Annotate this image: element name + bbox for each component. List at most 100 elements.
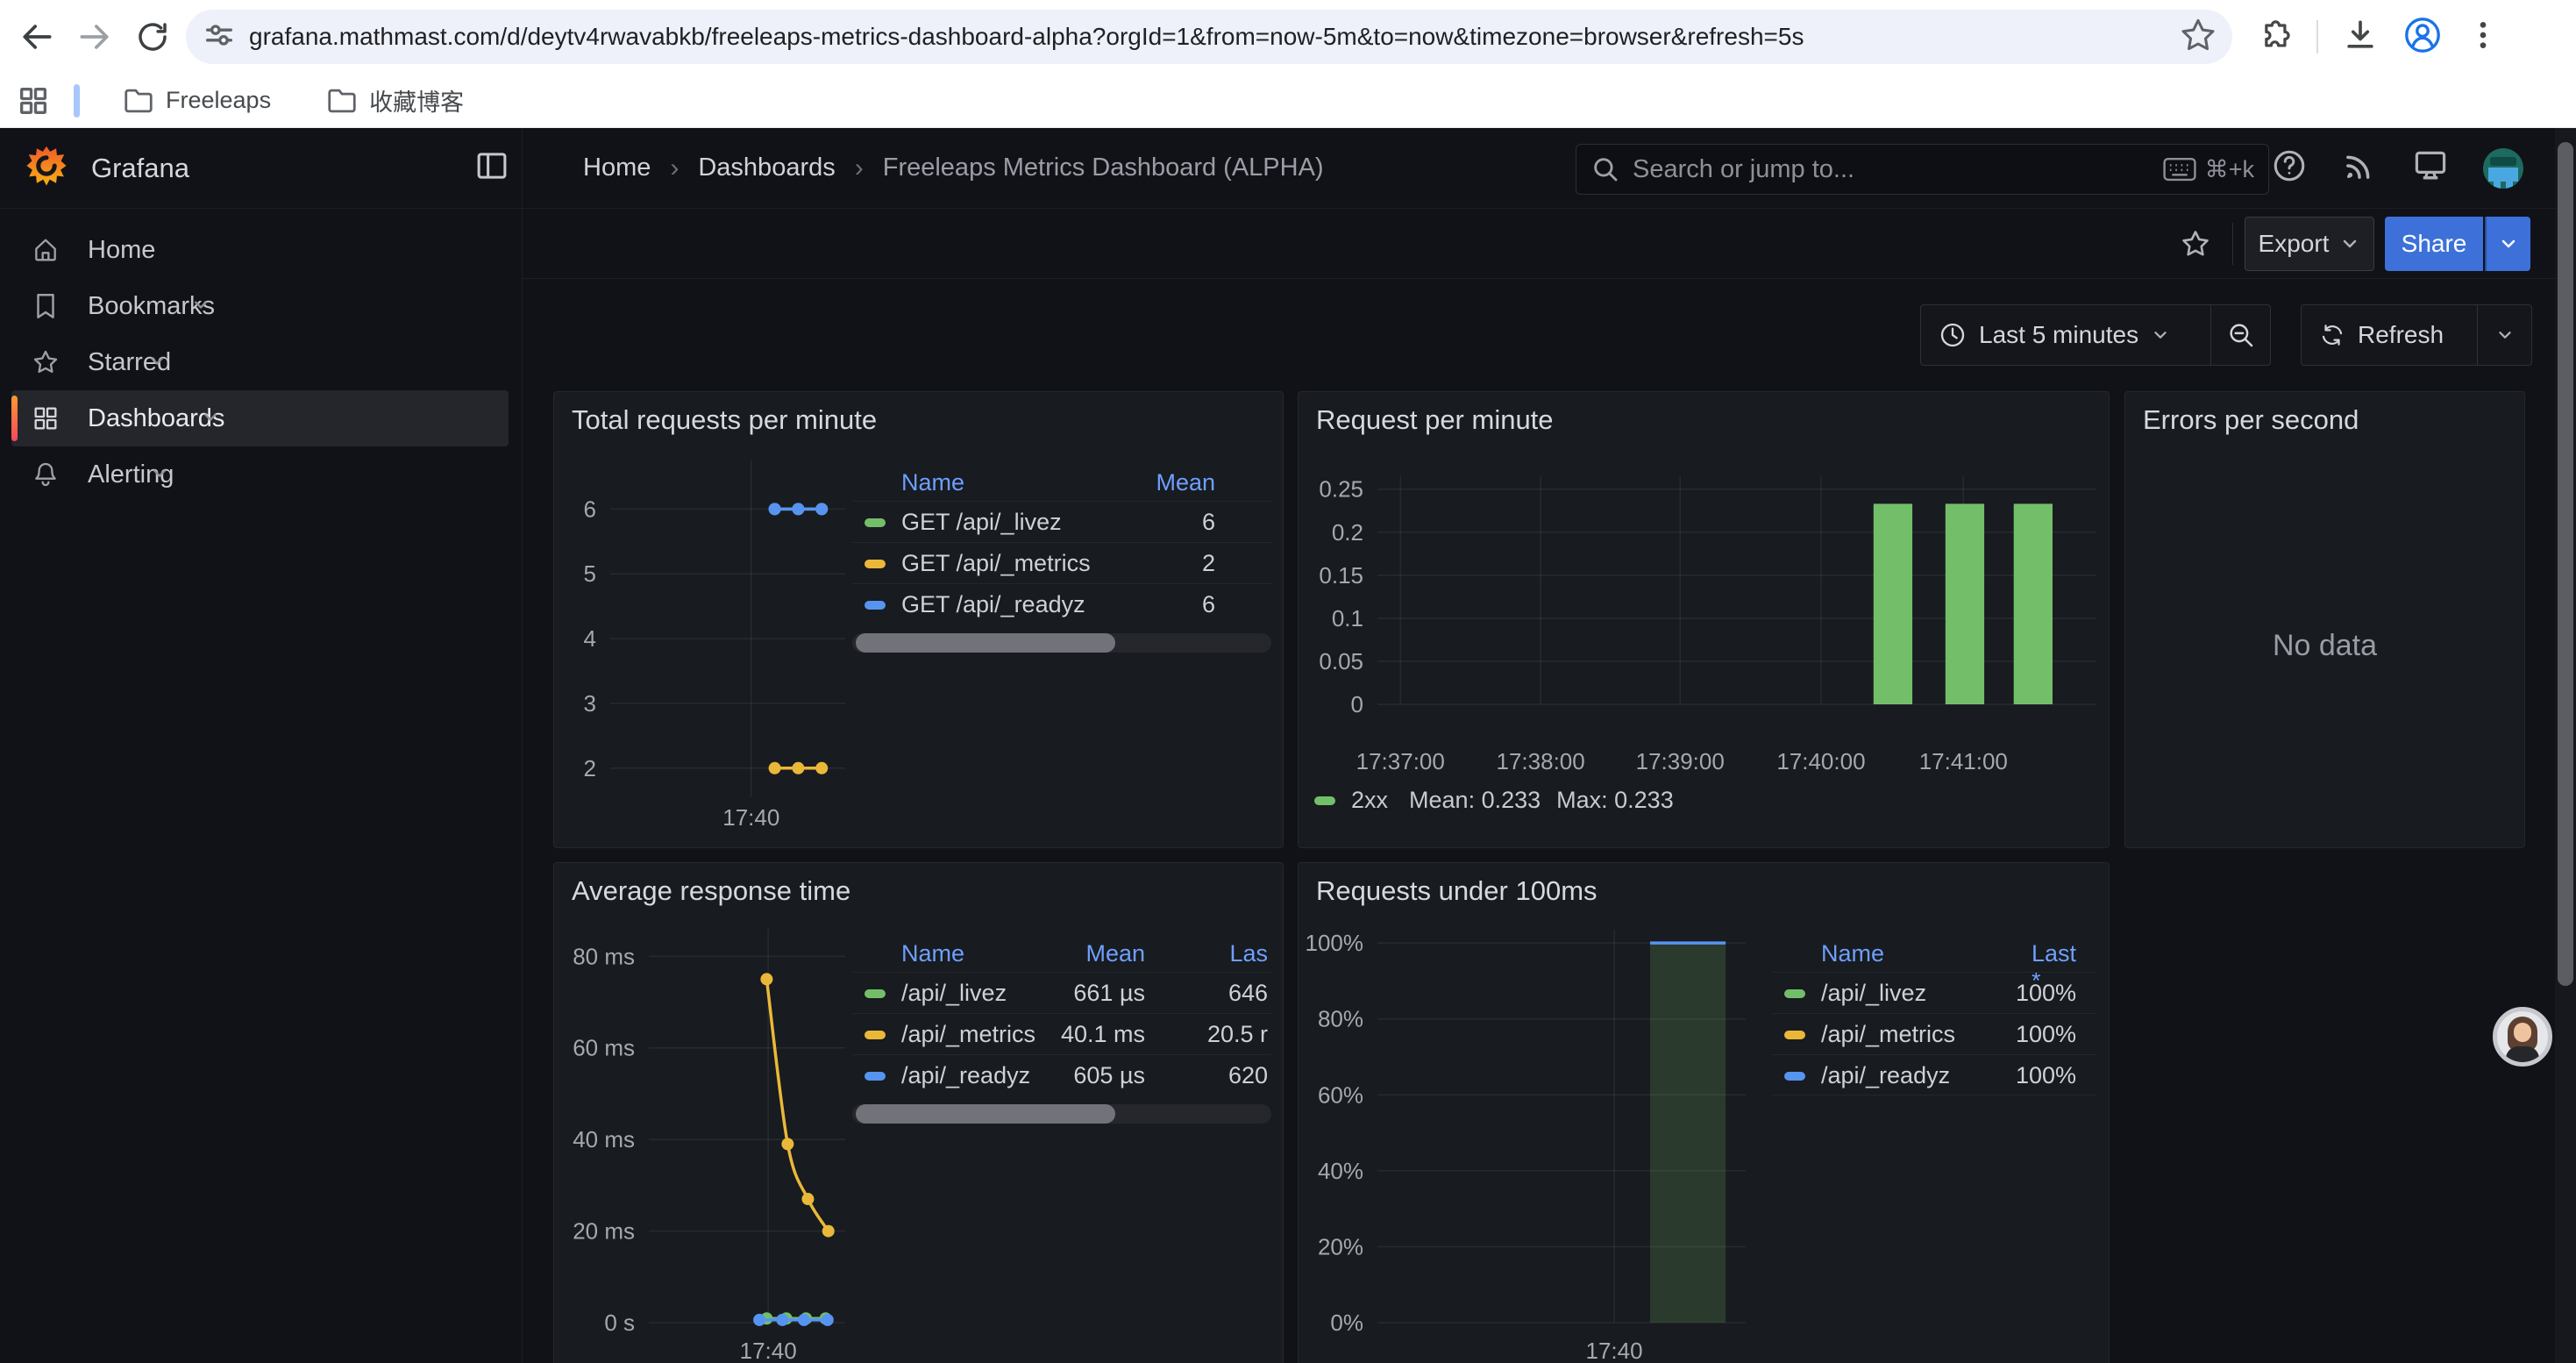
legend-col-value[interactable]: Mean [1085, 940, 1145, 967]
legend-scrollbar[interactable] [852, 1104, 1271, 1124]
menu-dots-icon[interactable] [2466, 18, 2501, 57]
legend-col-name[interactable]: Name [901, 469, 964, 496]
share-button[interactable]: Share [2385, 217, 2483, 271]
legend-series-name[interactable]: GET /api/_metrics [901, 550, 1091, 577]
site-settings-icon[interactable] [202, 18, 237, 57]
legend-value: 40.1 ms [1061, 1021, 1145, 1048]
chevron-down-icon[interactable] [145, 348, 169, 377]
reload-icon[interactable] [132, 16, 174, 58]
search-shortcut: ⌘+k [2163, 156, 2254, 183]
legend-series-name[interactable]: /api/_readyz [1821, 1062, 1950, 1089]
time-range-button[interactable]: Last 5 minutes [1921, 305, 2210, 365]
zoom-out-icon [2226, 320, 2256, 350]
bookmark-blogs[interactable]: 收藏博客 [313, 80, 476, 122]
refresh-interval-button[interactable] [2477, 305, 2531, 365]
breadcrumb-separator: › [670, 153, 679, 183]
breadcrumb-dashboards[interactable]: Dashboards [698, 153, 835, 182]
y-tick-label: 80 ms [573, 943, 635, 969]
scrollbar-thumb[interactable] [856, 633, 1115, 653]
brand-text: Grafana [91, 153, 189, 184]
legend-swatch [865, 989, 886, 998]
x-tick-label: 17:41:00 [1919, 748, 2008, 774]
sidebar-toggle-icon[interactable] [473, 147, 510, 189]
y-tick-label: 0.05 [1319, 648, 1363, 674]
apps-grid-icon[interactable] [12, 80, 54, 122]
bookmark-freeleaps[interactable]: Freeleaps [110, 80, 283, 122]
legend-series-name[interactable]: /api/_metrics [1821, 1021, 1955, 1048]
sidebar-item-bookmarks[interactable]: Bookmarks [0, 278, 523, 334]
legend-row[interactable]: /api/_metrics40.1 ms20.5 r [852, 1013, 1271, 1054]
monitor-icon[interactable] [2411, 146, 2450, 189]
legend-row[interactable]: /api/_livez661 µs646 [852, 972, 1271, 1013]
floating-avatar[interactable] [2493, 1007, 2552, 1067]
legend-row[interactable]: GET /api/_livez6 [852, 501, 1271, 542]
back-icon[interactable] [16, 16, 58, 58]
legend-header: Name Mean [852, 466, 1271, 501]
x-tick-label: 17:40 [1586, 1338, 1643, 1363]
legend-row[interactable]: GET /api/_metrics2 [852, 542, 1271, 583]
refresh-button[interactable]: Refresh [2302, 305, 2477, 365]
y-tick-label: 80% [1318, 1006, 1363, 1032]
legend-row[interactable]: /api/_readyz100% [1772, 1054, 2096, 1095]
bookmark-icon [32, 291, 60, 321]
forward-icon[interactable] [74, 16, 116, 58]
sidebar-item-home[interactable]: Home [0, 222, 523, 278]
legend-swatch [1784, 1031, 1805, 1039]
legend-series-name[interactable]: GET /api/_readyz [901, 591, 1085, 618]
legend-value: 605 µs [1073, 1062, 1145, 1089]
legend-col-name[interactable]: Name [1821, 940, 1884, 967]
user-avatar[interactable] [2483, 148, 2523, 189]
export-button[interactable]: Export [2245, 217, 2374, 271]
dashboard-controls: Export Share [523, 209, 2576, 279]
download-icon[interactable] [2341, 16, 2380, 59]
y-tick-label: 0% [1330, 1309, 1363, 1336]
legend-series-name[interactable]: /api/_livez [901, 980, 1007, 1007]
legend-series-name[interactable]: /api/_livez [1821, 980, 1926, 1007]
legend-row[interactable]: /api/_readyz605 µs620 [852, 1054, 1271, 1095]
y-tick-label: 6 [584, 496, 596, 522]
y-tick-label: 20 ms [573, 1218, 635, 1245]
bookmark-star-icon[interactable] [2180, 17, 2217, 58]
legend-col-value[interactable]: Mean [1156, 469, 1215, 496]
chevron-down-icon[interactable] [189, 292, 213, 321]
controls-divider [2232, 223, 2233, 265]
panel-title[interactable]: Errors per second [2143, 404, 2359, 436]
y-tick-label: 0.2 [1332, 519, 1363, 546]
search-input[interactable]: Search or jump to... ⌘+k [1576, 144, 2269, 195]
legend-col-value[interactable]: Las [1229, 940, 1268, 967]
scrollbar-thumb[interactable] [856, 1104, 1115, 1124]
help-icon[interactable] [2271, 147, 2308, 189]
y-tick-label: 0.1 [1332, 605, 1363, 632]
legend-row[interactable]: GET /api/_readyz6 [852, 583, 1271, 624]
nav-icons [2271, 128, 2576, 208]
grafana-logo[interactable] [26, 146, 67, 190]
sidebar-item-dashboards[interactable]: Dashboards [0, 390, 523, 446]
chevron-down-icon[interactable] [198, 404, 223, 433]
legend-row[interactable]: /api/_livez100% [1772, 972, 2096, 1013]
breadcrumb-current: Freeleaps Metrics Dashboard (ALPHA) [883, 153, 1324, 182]
y-tick-label: 0.25 [1319, 476, 1363, 503]
rss-icon[interactable] [2341, 147, 2378, 189]
omnibox[interactable]: grafana.mathmast.com/d/deytv4rwavabkb/fr… [186, 10, 2232, 64]
legend-series-name[interactable]: /api/_metrics [901, 1021, 1035, 1048]
legend-series-name: 2xx [1351, 787, 1388, 814]
sidebar-item-alerting[interactable]: Alerting [0, 446, 523, 503]
legend-col-name[interactable]: Name [901, 940, 964, 967]
legend-series-name[interactable]: /api/_readyz [901, 1062, 1030, 1089]
sidebar-item-starred[interactable]: Starred [0, 334, 523, 390]
scrollbar-thumb[interactable] [2558, 142, 2573, 986]
favorite-star-icon[interactable] [2176, 225, 2215, 263]
legend-row[interactable]: /api/_metrics100% [1772, 1013, 2096, 1054]
breadcrumb-home[interactable]: Home [583, 153, 651, 182]
share-menu-button[interactable] [2485, 217, 2530, 271]
legend-scrollbar[interactable] [852, 633, 1271, 653]
zoom-out-button[interactable] [2210, 305, 2270, 365]
extensions-icon[interactable] [2255, 16, 2294, 59]
chevron-down-icon[interactable] [147, 460, 172, 489]
y-tick-label: 0.15 [1319, 562, 1363, 589]
page-scrollbar[interactable] [2555, 128, 2576, 1363]
legend-inline[interactable]: 2xx Mean: 0.233 Max: 0.233 [1314, 787, 1674, 814]
url-input[interactable]: grafana.mathmast.com/d/deytv4rwavabkb/fr… [249, 23, 2180, 51]
profile-icon[interactable] [2402, 15, 2443, 60]
legend-series-name[interactable]: GET /api/_livez [901, 509, 1062, 536]
